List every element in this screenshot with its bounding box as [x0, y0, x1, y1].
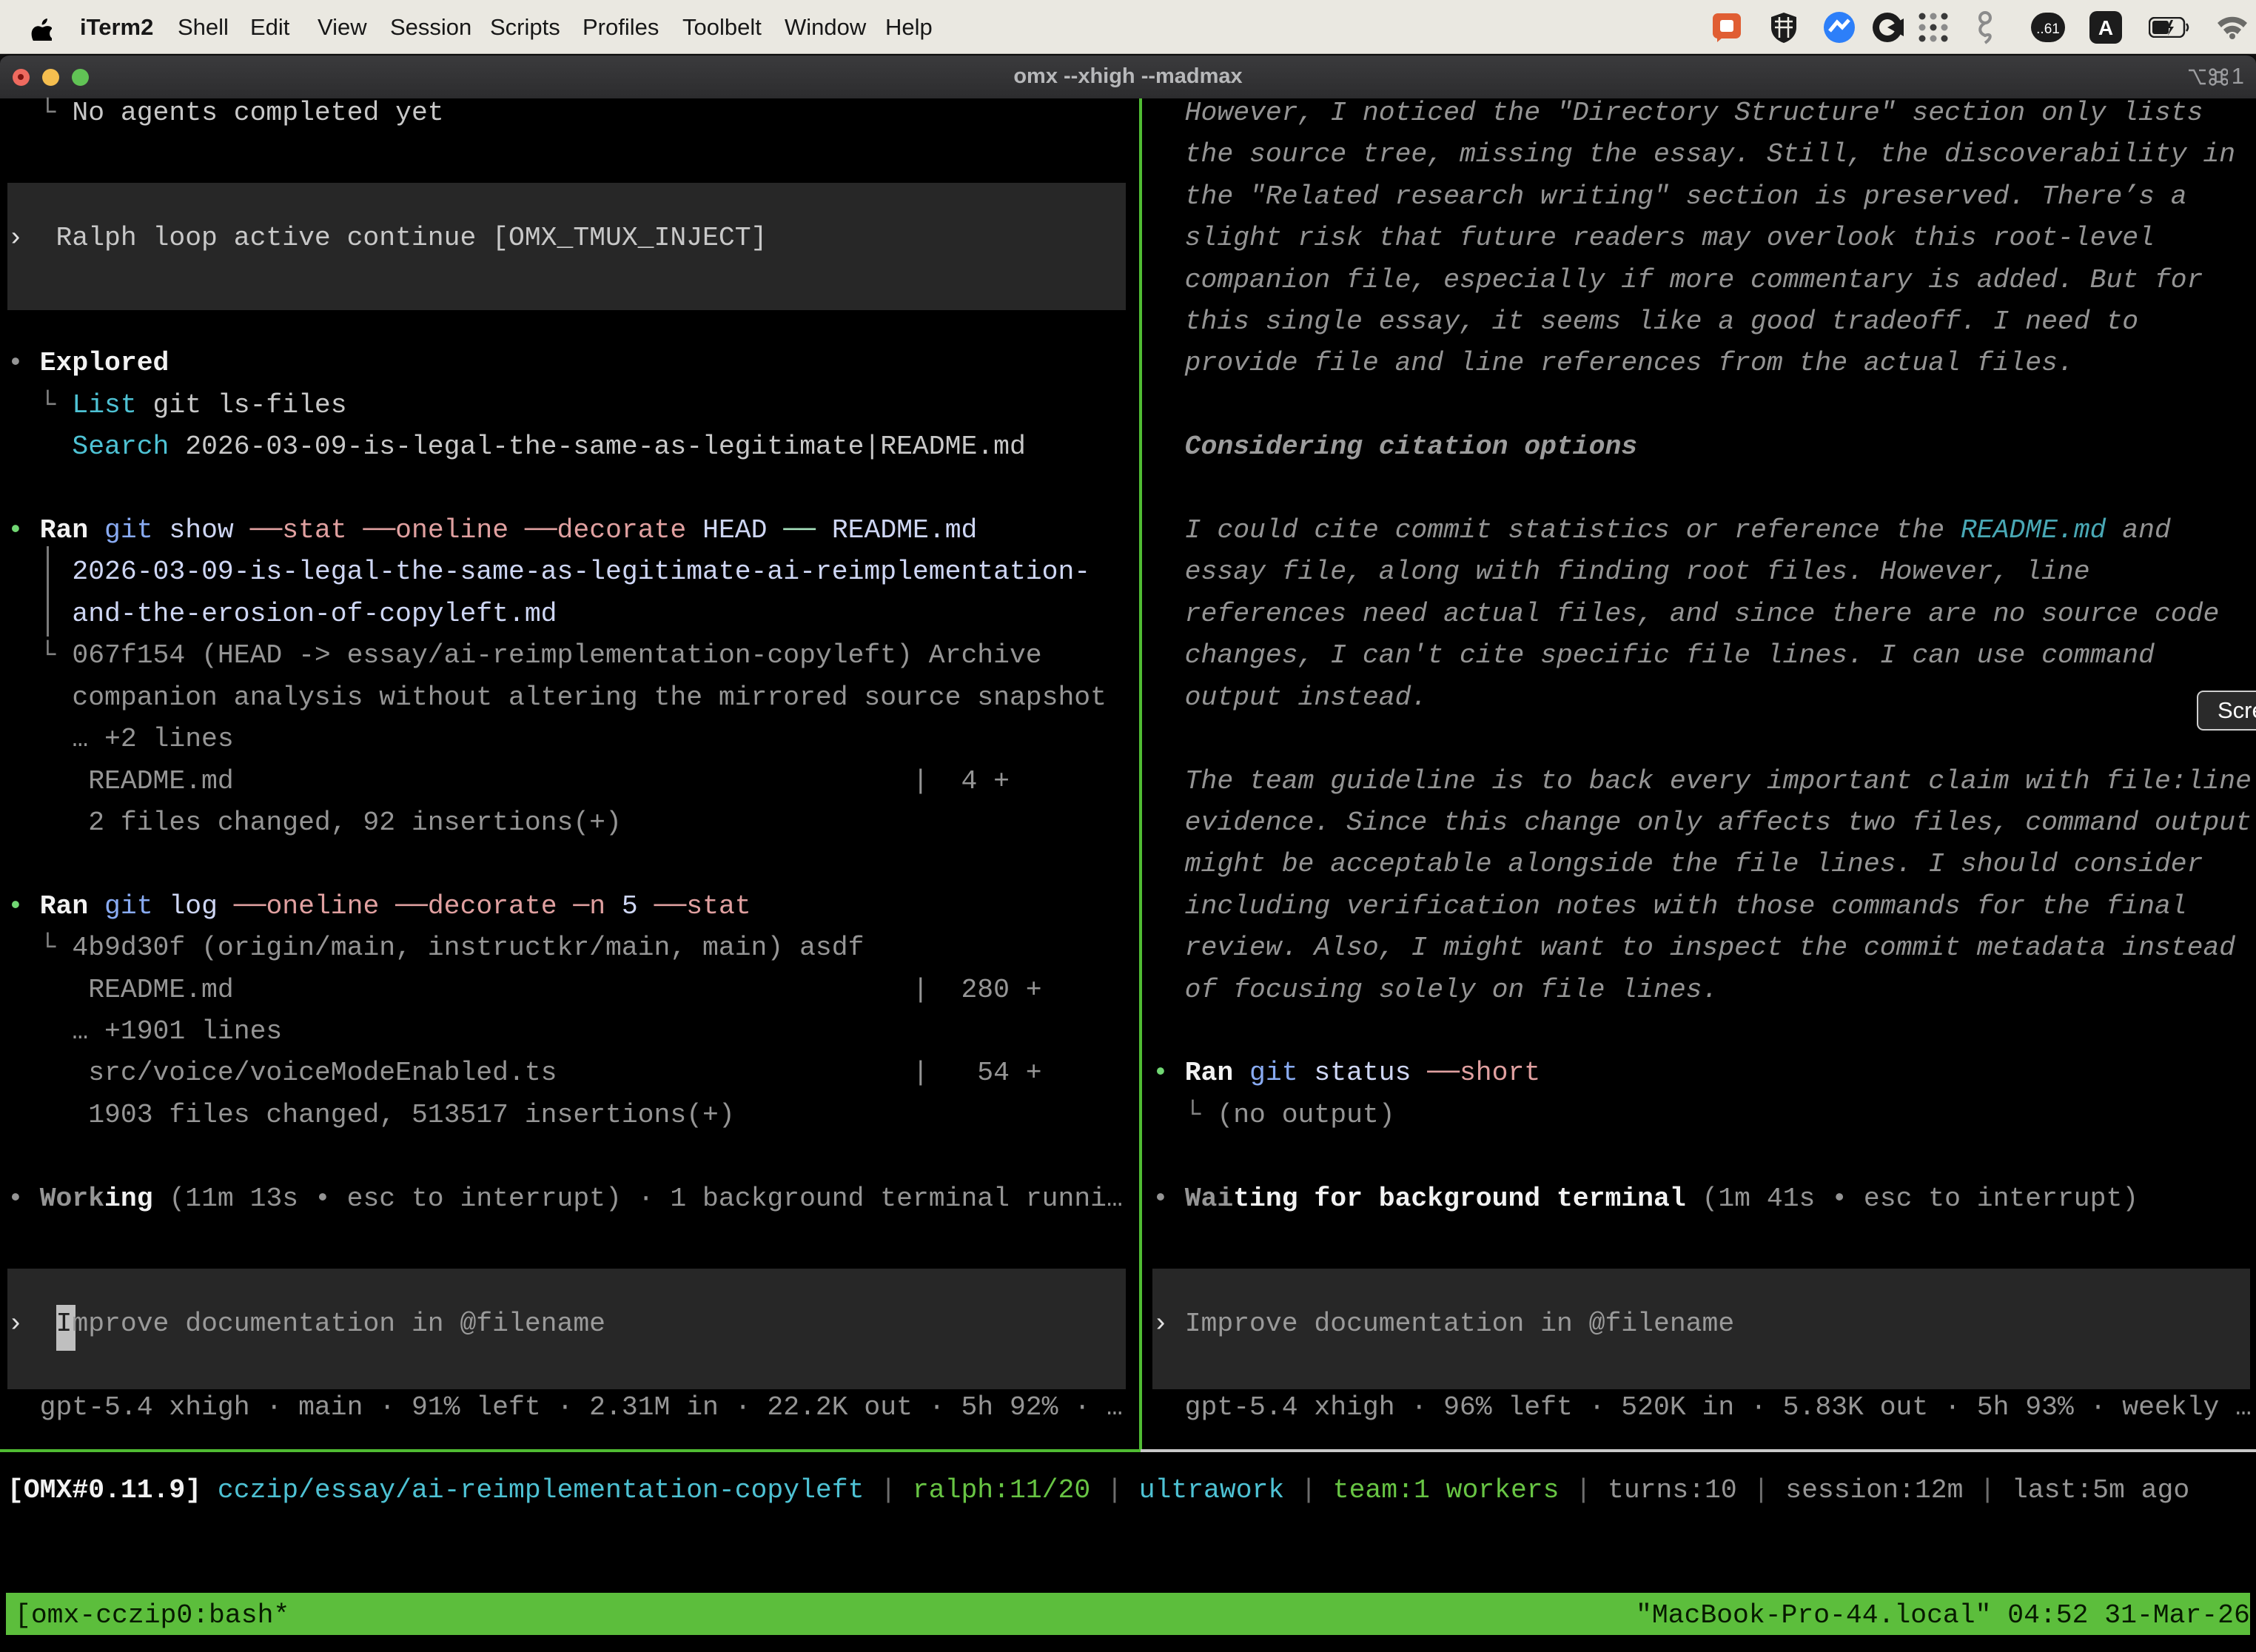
- svg-text:A: A: [2098, 16, 2113, 39]
- svg-text:..61: ..61: [2036, 21, 2060, 37]
